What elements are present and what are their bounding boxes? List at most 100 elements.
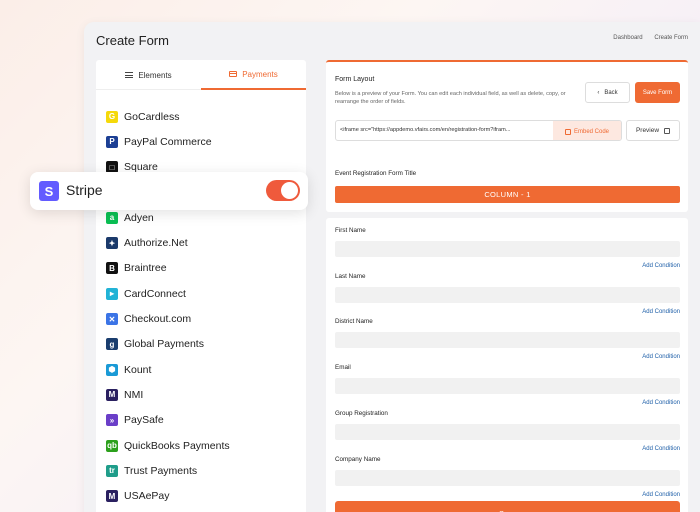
back-label: Back [604, 89, 618, 96]
field-label: District Name [335, 318, 373, 326]
field-input[interactable] [335, 241, 680, 257]
credit-card-icon [229, 71, 238, 77]
gateway-label: QuickBooks Payments [124, 439, 230, 452]
back-button[interactable]: ‹ Back [585, 82, 630, 103]
field-input[interactable] [335, 469, 680, 486]
braintree-icon: B [106, 262, 118, 275]
trust-payments-icon: tr [106, 464, 118, 477]
gocardless-icon: G [106, 110, 118, 123]
gateway-item[interactable]: P PayPal Commerce [106, 129, 301, 154]
field-label: Company Name [335, 455, 381, 463]
form-field: District Name Add Condition [335, 318, 680, 360]
column-header[interactable]: COLUMN - 1 [335, 186, 680, 203]
gateway-label: CardConnect [124, 287, 186, 300]
embed-code-text: <iframe src="https://appdemo.vfairs.com/… [340, 127, 511, 133]
nmi-icon: M [106, 388, 118, 401]
embed-code-label: Embed Code [573, 128, 610, 135]
gateway-label: Braintree [124, 262, 167, 275]
save-form-button[interactable]: Save Form [635, 82, 680, 103]
stripe-toggle[interactable] [266, 180, 300, 201]
form-layout-panel: Form Layout Below is a preview of your F… [326, 60, 688, 212]
adyen-icon: a [106, 211, 118, 224]
field-input[interactable] [335, 286, 680, 303]
stripe-gateway-card[interactable]: S Stripe [30, 172, 308, 210]
stripe-label: Stripe [66, 182, 103, 198]
create-form-window: Create Form Dashboard Create Form Elemen… [84, 22, 700, 512]
embed-code-field[interactable]: <iframe src="https://appdemo.vfairs.com/… [335, 120, 622, 141]
gateway-item[interactable]: » PaySafe [106, 408, 301, 433]
gateway-item[interactable]: ✕ Checkout.com [106, 306, 301, 331]
add-condition-link[interactable]: Add Condition [642, 492, 680, 498]
field-input[interactable] [335, 378, 680, 395]
paypal-icon: P [106, 135, 118, 148]
form-fields-panel: First Name Add Condition Last Name Add Cond… [326, 218, 688, 512]
add-condition-link[interactable]: Add Condition [642, 263, 680, 269]
form-field: First Name Add Condition [335, 227, 680, 269]
form-field: Email Add Condition [335, 364, 680, 406]
authorize-net-icon: ✦ [106, 237, 118, 250]
menu-icon [125, 72, 134, 78]
save-button[interactable]: Save [335, 501, 680, 512]
stripe-icon: S [39, 181, 59, 201]
gateway-label: GoCardless [124, 110, 180, 123]
field-label: Group Registration [335, 409, 388, 417]
form-layout-description: Below is a preview of your Form. You can… [335, 91, 566, 105]
gateway-label: Trust Payments [124, 464, 198, 477]
event-form-title: Event Registration Form Title [335, 170, 417, 177]
elements-panel: Elements Payments G GoCardless P PayPal Com… [96, 60, 306, 512]
gateway-label: PayPal Commerce [124, 135, 212, 148]
preview-button[interactable]: Preview [626, 120, 680, 141]
paysafe-icon: » [106, 414, 118, 427]
gateway-item[interactable]: M NMI [106, 382, 301, 407]
gateway-item[interactable]: g Global Payments [106, 332, 301, 357]
gateway-item[interactable]: ▸ CardConnect [106, 281, 301, 306]
add-condition-link[interactable]: Add Condition [642, 400, 680, 406]
field-input[interactable] [335, 332, 680, 349]
gateway-item[interactable]: ✦ Authorize.Net [106, 230, 301, 255]
tab-payments-label: Payments [242, 69, 278, 79]
external-link-icon [664, 127, 671, 134]
gateway-label: NMI [124, 388, 144, 401]
gateway-item[interactable]: qb QuickBooks Payments [106, 433, 301, 458]
gateway-item[interactable]: M USAePay [106, 483, 301, 508]
cardconnect-icon: ▸ [106, 287, 118, 300]
form-layout-title: Form Layout [335, 76, 375, 83]
gateway-item[interactable]: B Braintree [106, 256, 301, 281]
payment-gateway-list: GGoCardlessPPayPal Commerce□SquareSStrip… [106, 104, 301, 509]
preview-label: Preview [635, 127, 660, 134]
form-field: Last Name Add Condition [335, 272, 680, 315]
field-label: Last Name [335, 272, 366, 280]
gateway-label: Adyen [124, 211, 154, 224]
global-payments-icon: g [106, 338, 118, 351]
gateway-label: Authorize.Net [124, 237, 188, 250]
field-input[interactable] [335, 423, 680, 440]
form-field: Company Name Add Condition [335, 455, 680, 498]
field-label: Email [335, 364, 351, 372]
checkout-com-icon: ✕ [106, 313, 118, 326]
gateway-item[interactable]: ⬢ Kount [106, 357, 301, 382]
gateway-label: Global Payments [124, 338, 204, 351]
kount-icon: ⬢ [106, 363, 118, 376]
gateway-label: Checkout.com [124, 313, 192, 326]
gateway-item[interactable]: G GoCardless [106, 104, 301, 129]
form-field: Group Registration Add Condition [335, 409, 680, 452]
breadcrumb-create-form: Create Form [654, 35, 688, 41]
add-condition-link[interactable]: Add Condition [642, 446, 680, 452]
gateway-label: Kount [124, 363, 152, 376]
page-title: Create Form [96, 33, 169, 48]
gateway-item[interactable]: tr Trust Payments [106, 458, 301, 483]
tab-elements[interactable]: Elements [96, 60, 201, 90]
breadcrumb: Dashboard Create Form [603, 35, 688, 41]
add-condition-link[interactable]: Add Condition [642, 309, 680, 315]
embed-code-button[interactable]: Embed Code [553, 121, 621, 140]
top-bar: Create Form Dashboard Create Form [84, 22, 700, 58]
chevron-left-icon: ‹ [597, 89, 600, 96]
panel-tabs: Elements Payments [96, 60, 306, 90]
add-condition-link[interactable]: Add Condition [642, 354, 680, 360]
field-label: First Name [335, 227, 366, 234]
gateway-label: USAePay [124, 490, 170, 503]
breadcrumb-dashboard[interactable]: Dashboard [613, 35, 642, 41]
tab-payments[interactable]: Payments [201, 60, 306, 90]
gateway-label: PaySafe [124, 414, 164, 427]
tab-elements-label: Elements [138, 70, 172, 80]
